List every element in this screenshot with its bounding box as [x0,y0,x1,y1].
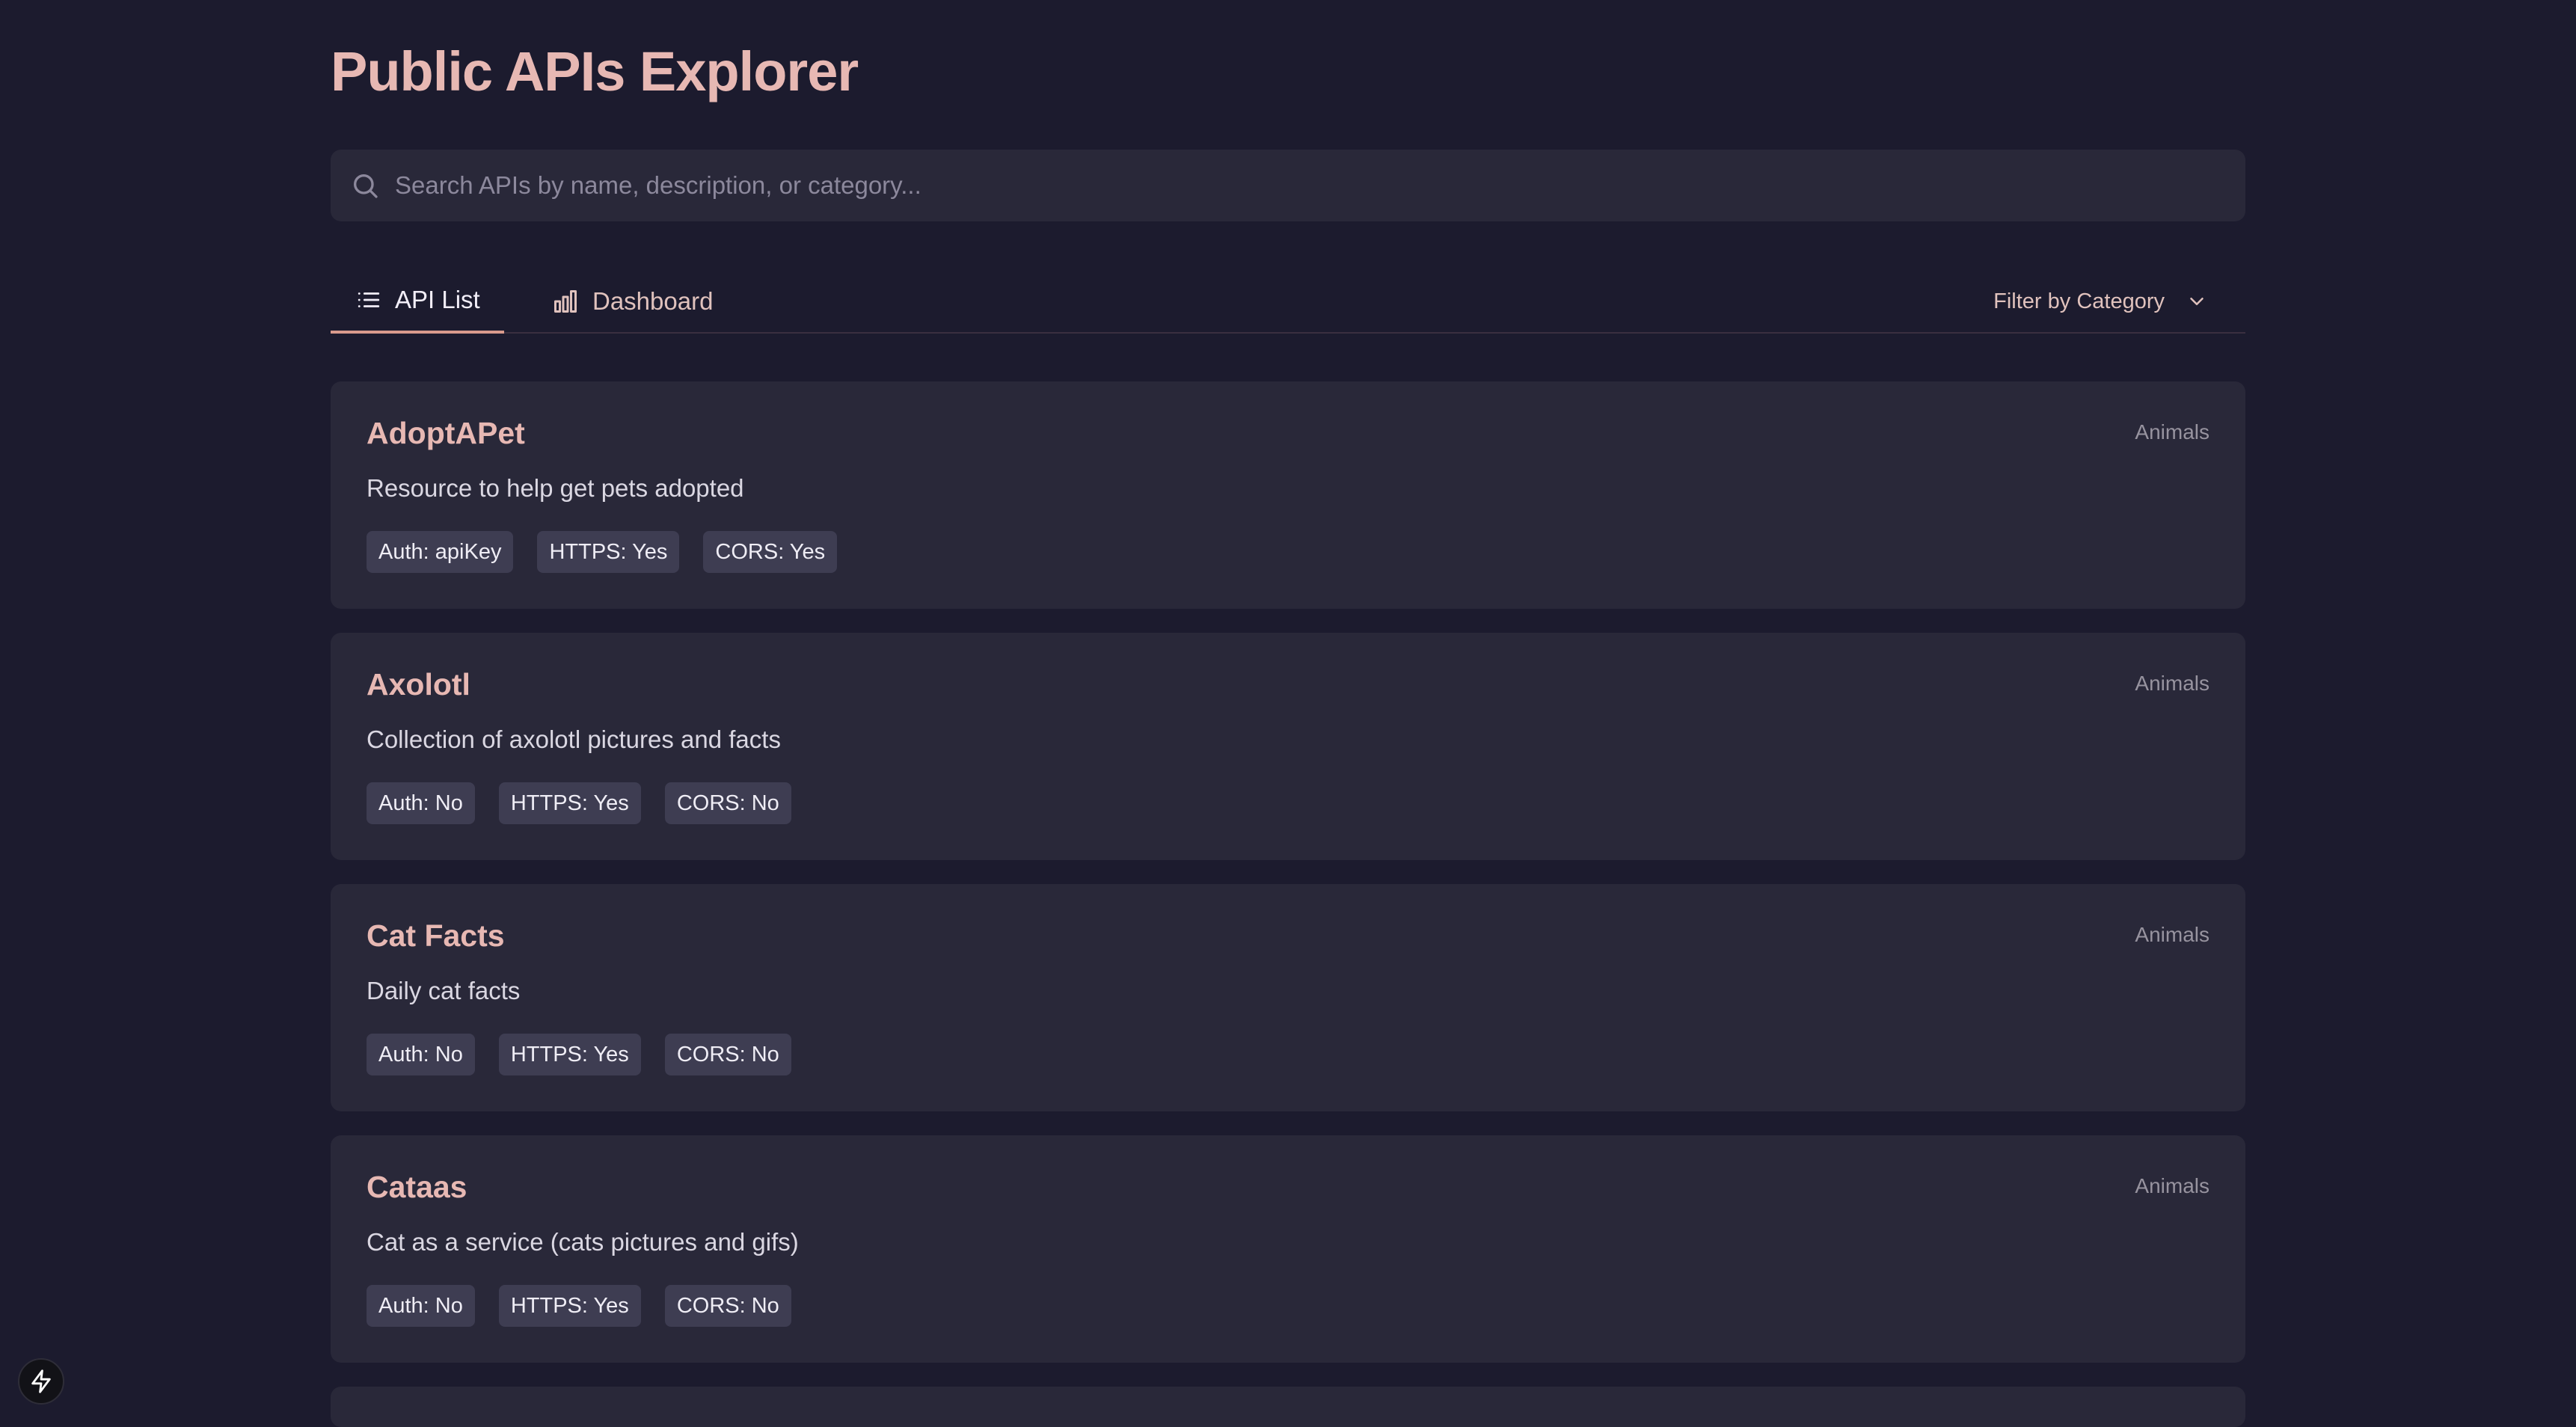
api-description: Resource to help get pets adopted [367,474,744,502]
api-name: Axolotl [367,667,470,702]
api-card-partial[interactable] [331,1387,2245,1427]
api-description: Cat as a service (cats pictures and gifs… [367,1228,799,1256]
tab-api-list[interactable]: API List [331,269,504,334]
api-name: AdoptAPet [367,416,525,450]
api-description: Daily cat facts [367,977,521,1004]
page-title: Public APIs Explorer [331,40,859,102]
cors-badge: CORS: No [664,782,791,824]
dev-tools-button[interactable] [18,1358,64,1405]
cors-badge: CORS: No [664,1034,791,1075]
tab-bar: API List Dashboard Filter by Category [331,269,2245,334]
cors-badge: CORS: Yes [703,531,838,573]
https-badge: HTTPS: Yes [537,531,680,573]
tab-label: Dashboard [592,287,714,315]
api-card[interactable]: Axolotl Animals Collection of axolotl pi… [331,633,2245,860]
api-category: Animals [2135,420,2209,444]
badge-row: Auth: No HTTPS: Yes CORS: No [367,782,791,824]
auth-badge: Auth: No [367,1034,475,1075]
https-badge: HTTPS: Yes [498,1285,641,1327]
auth-badge: Auth: No [367,1285,475,1327]
cors-badge: CORS: No [664,1285,791,1327]
api-category: Animals [2135,672,2209,695]
search-input[interactable] [395,171,2245,200]
search-icon [354,174,378,198]
chevron-down-icon [2190,298,2204,305]
lightning-icon [31,1369,51,1393]
badge-row: Auth: No HTTPS: Yes CORS: No [367,1034,791,1075]
auth-badge: Auth: apiKey [367,531,514,573]
badge-row: Auth: No HTTPS: Yes CORS: No [367,1285,791,1327]
tab-label: API List [395,286,480,313]
api-card[interactable]: Cat Facts Animals Daily cat facts Auth: … [331,884,2245,1111]
tab-dashboard[interactable]: Dashboard [552,269,739,334]
api-name: Cat Facts [367,918,505,953]
api-card[interactable]: Cataas Animals Cat as a service (cats pi… [331,1135,2245,1363]
https-badge: HTTPS: Yes [498,1034,641,1075]
api-card[interactable]: AdoptAPet Animals Resource to help get p… [331,381,2245,609]
search-bar[interactable] [331,150,2245,221]
category-filter-dropdown[interactable]: Filter by Category [1993,269,2245,334]
https-badge: HTTPS: Yes [498,782,641,824]
bar-chart-icon [554,290,577,313]
api-description: Collection of axolotl pictures and facts [367,725,781,753]
filter-label: Filter by Category [1993,289,2165,313]
list-icon [358,292,380,307]
api-category: Animals [2135,1174,2209,1197]
badge-row: Auth: apiKey HTTPS: Yes CORS: Yes [367,531,838,573]
api-name: Cataas [367,1170,467,1204]
auth-badge: Auth: No [367,782,475,824]
api-category: Animals [2135,923,2209,946]
